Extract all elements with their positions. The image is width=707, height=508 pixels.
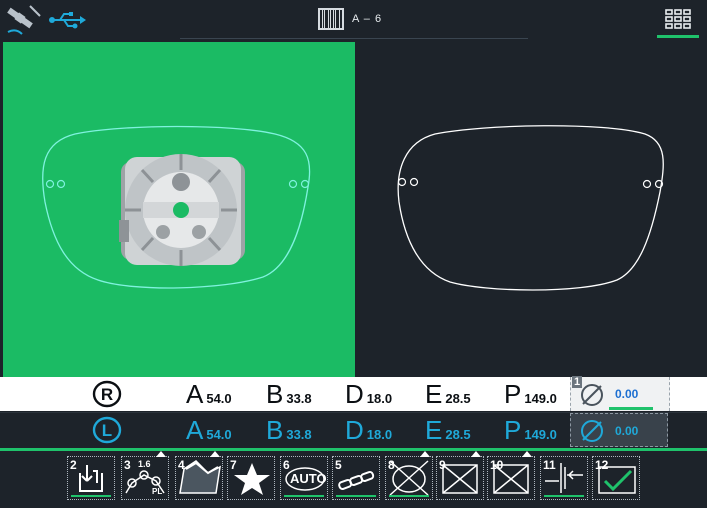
measure-e[interactable]: E 28.5 [425, 417, 471, 443]
measure-p[interactable]: P 149.0 [504, 381, 557, 407]
grid-menu-active-indicator [657, 35, 699, 38]
left-side-badge[interactable]: L [92, 415, 122, 445]
right-lens-view[interactable] [3, 42, 355, 377]
measure-a[interactable]: A 54.0 [186, 381, 232, 407]
tool-confirm[interactable]: 12 [592, 456, 640, 500]
measure-a[interactable]: A 54.0 [186, 417, 232, 443]
axis-angle-icon [581, 420, 603, 442]
crossed-box-icon [493, 464, 529, 494]
tool-active-indicator [389, 495, 429, 497]
chain-link-icon [338, 470, 375, 490]
barcode-icon [318, 8, 344, 30]
tool-active-indicator [544, 495, 584, 497]
header-divider [180, 38, 528, 39]
tool-active-indicator [336, 495, 376, 497]
satellite-icon[interactable] [4, 4, 44, 38]
drill-hole [397, 177, 407, 187]
left-lens-view[interactable] [355, 42, 707, 377]
axis-angle-right[interactable]: 1 0.00 [570, 376, 670, 411]
submenu-indicator [156, 451, 166, 457]
measure-d[interactable]: D 18.0 [345, 381, 392, 407]
tool-clamp[interactable]: 11 [540, 456, 588, 500]
measure-b[interactable]: B 33.8 [266, 417, 312, 443]
tool-download[interactable]: 2 [67, 456, 115, 500]
measurement-row-left[interactable]: L A 54.0 B 33.8 D 18.0 E 28.5 P 149.0 0.00 [0, 412, 707, 447]
star-icon [234, 463, 270, 495]
angle-value: 0.00 [615, 424, 639, 438]
bottom-toolbar: 2 3 1.6 PL 4 7 6 AUTO 5 8 9 10 11 12 [0, 451, 707, 508]
drill-hole [409, 177, 419, 187]
tool-link[interactable]: 5 [332, 456, 380, 500]
angle-active-indicator [609, 407, 653, 410]
tool-safety-bevel[interactable]: 10 [487, 451, 535, 500]
tool-active-indicator [71, 495, 111, 497]
job-indicator: A – 6 [318, 8, 382, 30]
lens-chuck-icon [119, 154, 245, 266]
tool-label: AUTO [290, 471, 327, 486]
grid-menu-icon[interactable] [664, 8, 692, 30]
drill-hole [642, 179, 652, 189]
job-code: A – 6 [352, 13, 383, 25]
usb-icon[interactable] [48, 10, 86, 30]
submenu-indicator [420, 451, 430, 457]
crossed-box-icon [442, 464, 478, 494]
submenu-indicator [210, 451, 220, 457]
download-hand-icon [79, 465, 103, 492]
measure-p[interactable]: P 149.0 [504, 417, 557, 443]
drill-hole [45, 179, 55, 189]
tool-favorite[interactable]: 7 [227, 456, 275, 500]
confirm-check-icon [598, 466, 636, 494]
tool-groove[interactable]: 9 [436, 451, 484, 500]
tool-auto[interactable]: 6 AUTO [280, 456, 328, 500]
drill-hole [300, 179, 310, 189]
submenu-indicator [471, 451, 481, 457]
axis-angle-left[interactable]: 0.00 [570, 413, 668, 447]
tool-polish[interactable]: 8 [385, 451, 433, 500]
side-label: L [102, 421, 112, 440]
clamp-icon [545, 463, 583, 493]
measurement-row-right[interactable]: R A 54.0 B 33.8 D 18.0 E 28.5 P 149.0 1 0.00 [0, 376, 707, 411]
top-bar: A – 6 [0, 0, 707, 42]
measure-b[interactable]: B 33.8 [266, 381, 312, 407]
lens-outline [397, 125, 664, 291]
side-label: R [101, 385, 113, 404]
bevel-profile-icon [179, 460, 221, 494]
axis-angle-icon [581, 384, 603, 406]
angle-value: 0.00 [615, 387, 639, 401]
crossed-lens-icon [389, 460, 429, 496]
tool-active-indicator [284, 495, 324, 497]
drill-hole [56, 179, 66, 189]
tool-drill[interactable]: 3 1.6 PL [121, 451, 169, 500]
submenu-indicator [522, 451, 532, 457]
drill-points-icon [125, 470, 165, 494]
measure-e[interactable]: E 28.5 [425, 381, 471, 407]
tool-bevel[interactable]: 4 [175, 451, 223, 500]
drill-hole [288, 179, 298, 189]
measure-d[interactable]: D 18.0 [345, 417, 392, 443]
right-side-badge[interactable]: R [92, 379, 122, 409]
